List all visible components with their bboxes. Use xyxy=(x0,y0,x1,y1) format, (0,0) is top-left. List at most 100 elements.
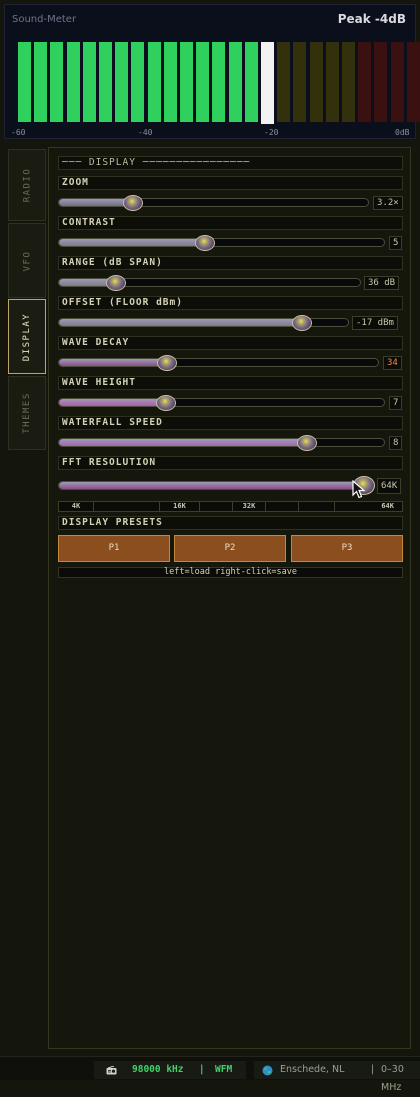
meter-bar xyxy=(325,42,339,122)
wave-height-slider-track[interactable] xyxy=(58,398,385,407)
contrast-slider-knob[interactable] xyxy=(195,235,216,251)
fft-resolution-slider-fill xyxy=(59,482,363,489)
waterfall-speed-slider-fill xyxy=(59,439,306,446)
tab-radio[interactable]: RADIO xyxy=(8,149,46,221)
fft-tick-4k[interactable]: 4K xyxy=(59,502,93,511)
meter-bar xyxy=(131,42,145,122)
presets-hint: left=load right-click=save xyxy=(58,567,403,578)
fft-resolution-ticks: 4K 16K 32K 64K xyxy=(58,501,403,512)
range-readout: 0–30 MHz xyxy=(381,1064,404,1093)
fft-tick[interactable] xyxy=(199,502,232,511)
meter-bar xyxy=(293,42,307,122)
wave-decay-label: WAVE DECAY xyxy=(58,336,403,350)
display-presets-label: DISPLAY PRESETS xyxy=(58,516,403,530)
frequency-readout: 98000 kHz xyxy=(132,1064,184,1075)
wave-height-slider-knob[interactable] xyxy=(155,395,176,411)
range-value: 36 dB xyxy=(364,276,400,290)
meter-bar xyxy=(342,42,355,122)
fft-tick[interactable] xyxy=(265,502,298,511)
tab-display-label: DISPLAY xyxy=(22,312,32,361)
meter-bars xyxy=(18,42,420,125)
wave-decay-slider-track[interactable] xyxy=(58,358,379,367)
meter-bar xyxy=(277,42,291,122)
status-divider: | xyxy=(371,1064,375,1075)
fft-tick-64k[interactable]: 64K xyxy=(334,502,404,511)
scale-label: -40 xyxy=(138,128,153,137)
status-bar: 98000 kHz | WFM Enschede, NL | 0–30 MHz xyxy=(0,1056,420,1093)
globe-icon xyxy=(262,1065,273,1076)
contrast-label: CONTRAST xyxy=(58,216,403,230)
radio-icon xyxy=(106,1066,117,1075)
wave-height-label: WAVE HEIGHT xyxy=(58,376,403,390)
wave-height-value: 7 xyxy=(389,396,403,410)
tab-themes[interactable]: THEMES xyxy=(8,376,46,450)
meter-bar xyxy=(196,42,210,122)
zoom-slider-knob[interactable] xyxy=(122,195,143,211)
status-divider: | xyxy=(200,1064,204,1075)
offset-label: OFFSET (FLOOR dBm) xyxy=(58,296,403,310)
meter-title: Sound-Meter xyxy=(12,14,77,25)
meter-bar xyxy=(18,42,31,122)
offset-value: -17 dBm xyxy=(352,316,398,330)
range-slider-knob[interactable] xyxy=(105,275,126,291)
zoom-slider-track[interactable] xyxy=(58,198,369,207)
meter-bar xyxy=(374,42,388,122)
meter-bar xyxy=(82,42,96,122)
waterfall-speed-slider-track[interactable] xyxy=(58,438,385,447)
tab-themes-label: THEMES xyxy=(22,392,33,434)
meter-bar xyxy=(163,42,177,122)
tab-vfo-label: VFO xyxy=(21,250,32,271)
preset-p2-button[interactable]: P2 xyxy=(174,535,286,562)
contrast-slider-track[interactable] xyxy=(58,238,385,247)
zoom-value: 3.2× xyxy=(373,196,403,210)
meter-bar xyxy=(147,42,161,122)
fft-tick[interactable] xyxy=(298,502,334,511)
contrast-slider-fill xyxy=(59,239,206,246)
preset-p3-button[interactable]: P3 xyxy=(291,535,403,562)
zoom-label: ZOOM xyxy=(58,176,403,190)
sound-meter: Sound-Meter Peak -4dB -60 -40 -20 0dB xyxy=(4,4,420,139)
tab-display[interactable]: DISPLAY xyxy=(8,299,46,374)
meter-bar xyxy=(115,42,129,122)
peak-readout: Peak -4dB xyxy=(337,12,406,26)
meter-bar xyxy=(66,42,80,122)
wave-decay-slider-knob[interactable] xyxy=(157,355,178,371)
offset-slider-knob[interactable] xyxy=(292,315,313,331)
preset-p1-button[interactable]: P1 xyxy=(58,535,170,562)
section-header: ─── DISPLAY ──────────────── xyxy=(58,156,403,170)
fft-resolution-value: 64K xyxy=(377,478,402,494)
fft-tick-16k[interactable]: 16K xyxy=(159,502,199,511)
location-status[interactable]: Enschede, NL | 0–30 MHz xyxy=(254,1061,420,1093)
mode-readout: WFM xyxy=(215,1064,233,1075)
meter-bar xyxy=(99,42,112,122)
waterfall-speed-slider-knob[interactable] xyxy=(296,435,317,451)
meter-bar xyxy=(261,42,274,124)
fft-tick-32k[interactable]: 32K xyxy=(232,502,265,511)
meter-bar xyxy=(244,42,258,122)
location-readout: Enschede, NL xyxy=(280,1064,345,1075)
meter-bar xyxy=(34,42,48,122)
scale-label: 0dB xyxy=(395,128,410,137)
scale-label: -20 xyxy=(264,128,279,137)
range-slider-track[interactable] xyxy=(58,278,361,287)
fft-tick[interactable] xyxy=(93,502,159,511)
range-label: RANGE (dB SPAN) xyxy=(58,256,403,270)
meter-bar xyxy=(406,42,420,122)
meter-bar xyxy=(50,42,64,122)
fft-resolution-label: FFT RESOLUTION xyxy=(58,456,403,470)
wave-decay-slider-fill xyxy=(59,359,168,366)
fft-resolution-slider-track[interactable] xyxy=(58,481,367,490)
meter-bar xyxy=(180,42,193,122)
scale-label: -60 xyxy=(11,128,26,137)
meter-bar xyxy=(212,42,226,122)
frequency-status[interactable]: 98000 kHz | WFM xyxy=(94,1061,246,1079)
meter-bar xyxy=(309,42,323,122)
contrast-value: 5 xyxy=(389,236,403,250)
wave-height-slider-fill xyxy=(59,399,167,406)
tab-vfo[interactable]: VFO xyxy=(8,223,46,298)
offset-slider-fill xyxy=(59,319,302,326)
wave-decay-value: 34 xyxy=(383,356,402,370)
meter-bar xyxy=(228,42,242,122)
waterfall-speed-value: 8 xyxy=(389,436,403,450)
mouse-cursor-icon xyxy=(352,480,366,499)
